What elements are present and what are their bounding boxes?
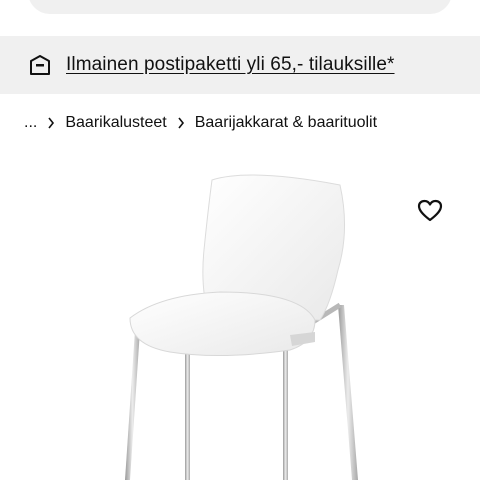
promo-text[interactable]: Ilmainen postipaketti yli 65,- tilauksil… xyxy=(66,54,395,76)
product-image-area xyxy=(0,150,480,480)
header-area xyxy=(0,0,480,36)
product-image[interactable] xyxy=(100,170,400,480)
promo-banner[interactable]: Ilmainen postipaketti yli 65,- tilauksil… xyxy=(0,36,480,94)
package-box-icon xyxy=(28,53,52,77)
breadcrumb-item-baarikalusteet[interactable]: Baarikalusteet xyxy=(65,114,166,132)
chevron-right-icon xyxy=(167,114,195,132)
chevron-right-icon xyxy=(37,114,65,132)
breadcrumb-item-baarijakkarat[interactable]: Baarijakkarat & baarituolit xyxy=(195,114,377,132)
breadcrumb: ... Baarikalusteet Baarijakkarat & baari… xyxy=(24,110,377,136)
breadcrumb-item-ellipsis[interactable]: ... xyxy=(24,114,37,132)
heart-outline-icon xyxy=(417,199,443,228)
search-bar[interactable] xyxy=(28,0,452,14)
favorite-button[interactable] xyxy=(410,193,450,233)
